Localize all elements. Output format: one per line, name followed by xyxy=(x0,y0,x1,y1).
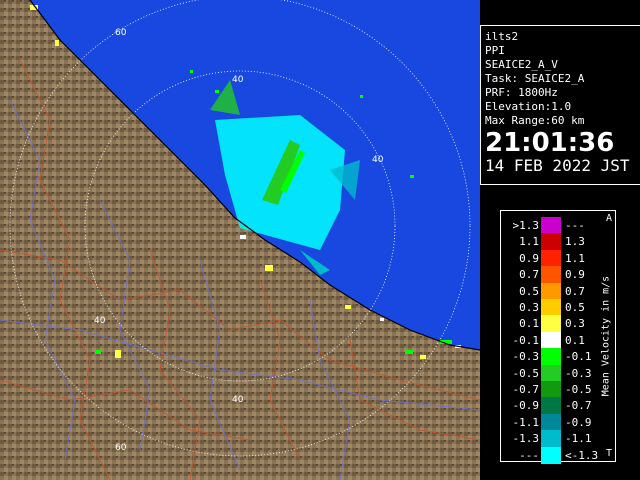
legend-low-value: -0.1 xyxy=(512,333,540,347)
legend-low-value: --- xyxy=(519,448,539,462)
legend-row: 0.1 0.3 xyxy=(501,315,601,333)
legend-low-value: 0.7 xyxy=(519,268,539,282)
legend-row: >1.3 --- xyxy=(501,217,601,234)
radar-ppi-image xyxy=(0,0,480,480)
legend-color-swatch xyxy=(541,348,561,366)
legend-high-value: -0.5 xyxy=(565,383,592,396)
legend-low-value: -0.7 xyxy=(512,383,540,396)
legend-row: -0.7 -0.5 xyxy=(501,381,601,398)
station-name: ilts2 xyxy=(485,30,519,43)
velocity-legend: >1.3 --- 1.1 1.3 0.9 1.1 0.7 0.9 0.5 0.7 0.3 0.5 0.1… xyxy=(500,210,616,464)
legend-title-text: Mean Velocity in m/s xyxy=(600,275,612,397)
legend-color-swatch xyxy=(541,381,561,398)
radar-info-panel: ilts2 PPI SEAICE2_A_V Task: SEAICE2_A PR… xyxy=(480,25,640,185)
legend-color-swatch xyxy=(541,315,561,333)
legend-color-swatch xyxy=(541,266,561,284)
range-label: 40 xyxy=(232,75,244,85)
legend-row: -0.3 -0.1 xyxy=(501,348,601,366)
legend-high-value: 1.3 xyxy=(565,235,585,249)
legend-color-swatch xyxy=(541,282,561,300)
legend-color-swatch xyxy=(541,430,561,448)
scan-time: 21:01:36 xyxy=(485,128,615,158)
legend-high-value: 0.3 xyxy=(565,317,585,331)
product-name: SEAICE2_A_V xyxy=(485,58,558,71)
legend-high-value: -1.1 xyxy=(565,432,592,446)
task-name: Task: SEAICE2_A xyxy=(485,72,585,85)
legend-color-swatch xyxy=(541,331,561,349)
legend-row: 0.9 1.1 xyxy=(501,249,601,267)
legend-color-swatch xyxy=(541,364,561,382)
legend-row: -0.1 0.1 xyxy=(501,331,601,349)
legend-row: -0.9 -0.7 xyxy=(501,397,601,415)
legend-low-value: 0.9 xyxy=(519,251,539,265)
legend-color-swatch xyxy=(541,413,561,431)
legend-low-value: >1.3 xyxy=(512,219,540,232)
legend-row: --- <-1.3 xyxy=(501,446,601,464)
legend-color-swatch xyxy=(541,217,561,234)
legend-color-swatch xyxy=(541,299,561,316)
legend-bottom-marker: T xyxy=(605,448,612,459)
legend-row: -0.5 -0.3 xyxy=(501,364,601,382)
legend-low-value: -1.3 xyxy=(512,432,540,446)
legend-color-swatch xyxy=(541,233,561,251)
radar-map[interactable]: 60 40 40 40 40 60 xyxy=(0,0,480,480)
scan-date: 14 FEB 2022 JST xyxy=(485,156,630,175)
legend-row: 0.3 0.5 xyxy=(501,299,601,316)
legend-color-swatch xyxy=(541,397,561,415)
legend-high-value: 0.7 xyxy=(565,284,585,298)
range-label: 60 xyxy=(115,443,127,453)
legend-high-value: -0.9 xyxy=(565,415,592,429)
range-label: 40 xyxy=(232,395,244,405)
scan-mode: PPI xyxy=(485,44,505,57)
legend-low-value: -1.1 xyxy=(512,415,540,429)
elevation-value: Elevation:1.0 xyxy=(485,100,572,113)
legend-low-value: 0.5 xyxy=(519,284,539,298)
legend-high-value: 0.5 xyxy=(565,301,585,314)
legend-low-value: 0.3 xyxy=(519,301,539,314)
legend-low-value: -0.3 xyxy=(512,350,540,364)
legend-row: 0.7 0.9 xyxy=(501,266,601,284)
legend-row: -1.1 -0.9 xyxy=(501,413,601,431)
legend-low-value: 1.1 xyxy=(519,235,539,249)
legend-low-value: 0.1 xyxy=(519,317,539,331)
legend-high-value: 1.1 xyxy=(565,251,585,265)
legend-high-value: 0.9 xyxy=(565,268,585,282)
legend-low-value: -0.9 xyxy=(512,399,540,413)
legend-high-value: -0.3 xyxy=(565,366,592,380)
legend-high-value: <-1.3 xyxy=(565,448,599,462)
legend-high-value: 0.1 xyxy=(565,333,585,347)
legend-color-swatch xyxy=(541,249,561,267)
legend-high-value: -0.7 xyxy=(565,399,592,413)
legend-color-swatch xyxy=(541,446,561,464)
range-label: 40 xyxy=(94,316,106,326)
legend-row: 0.5 0.7 xyxy=(501,282,601,300)
legend-top-marker: A xyxy=(605,213,612,224)
legend-high-value: -0.1 xyxy=(565,350,592,364)
legend-high-value: --- xyxy=(565,219,585,232)
prf-value: PRF: 1800Hz xyxy=(485,86,558,99)
legend-row: -1.3 -1.1 xyxy=(501,430,601,448)
range-label: 40 xyxy=(372,155,384,165)
legend-row: 1.1 1.3 xyxy=(501,233,601,251)
legend-title: Mean Velocity in m/s xyxy=(597,211,615,461)
max-range-value: Max Range:60 km xyxy=(485,114,585,127)
range-label: 60 xyxy=(115,28,127,38)
legend-low-value: -0.5 xyxy=(512,366,540,380)
